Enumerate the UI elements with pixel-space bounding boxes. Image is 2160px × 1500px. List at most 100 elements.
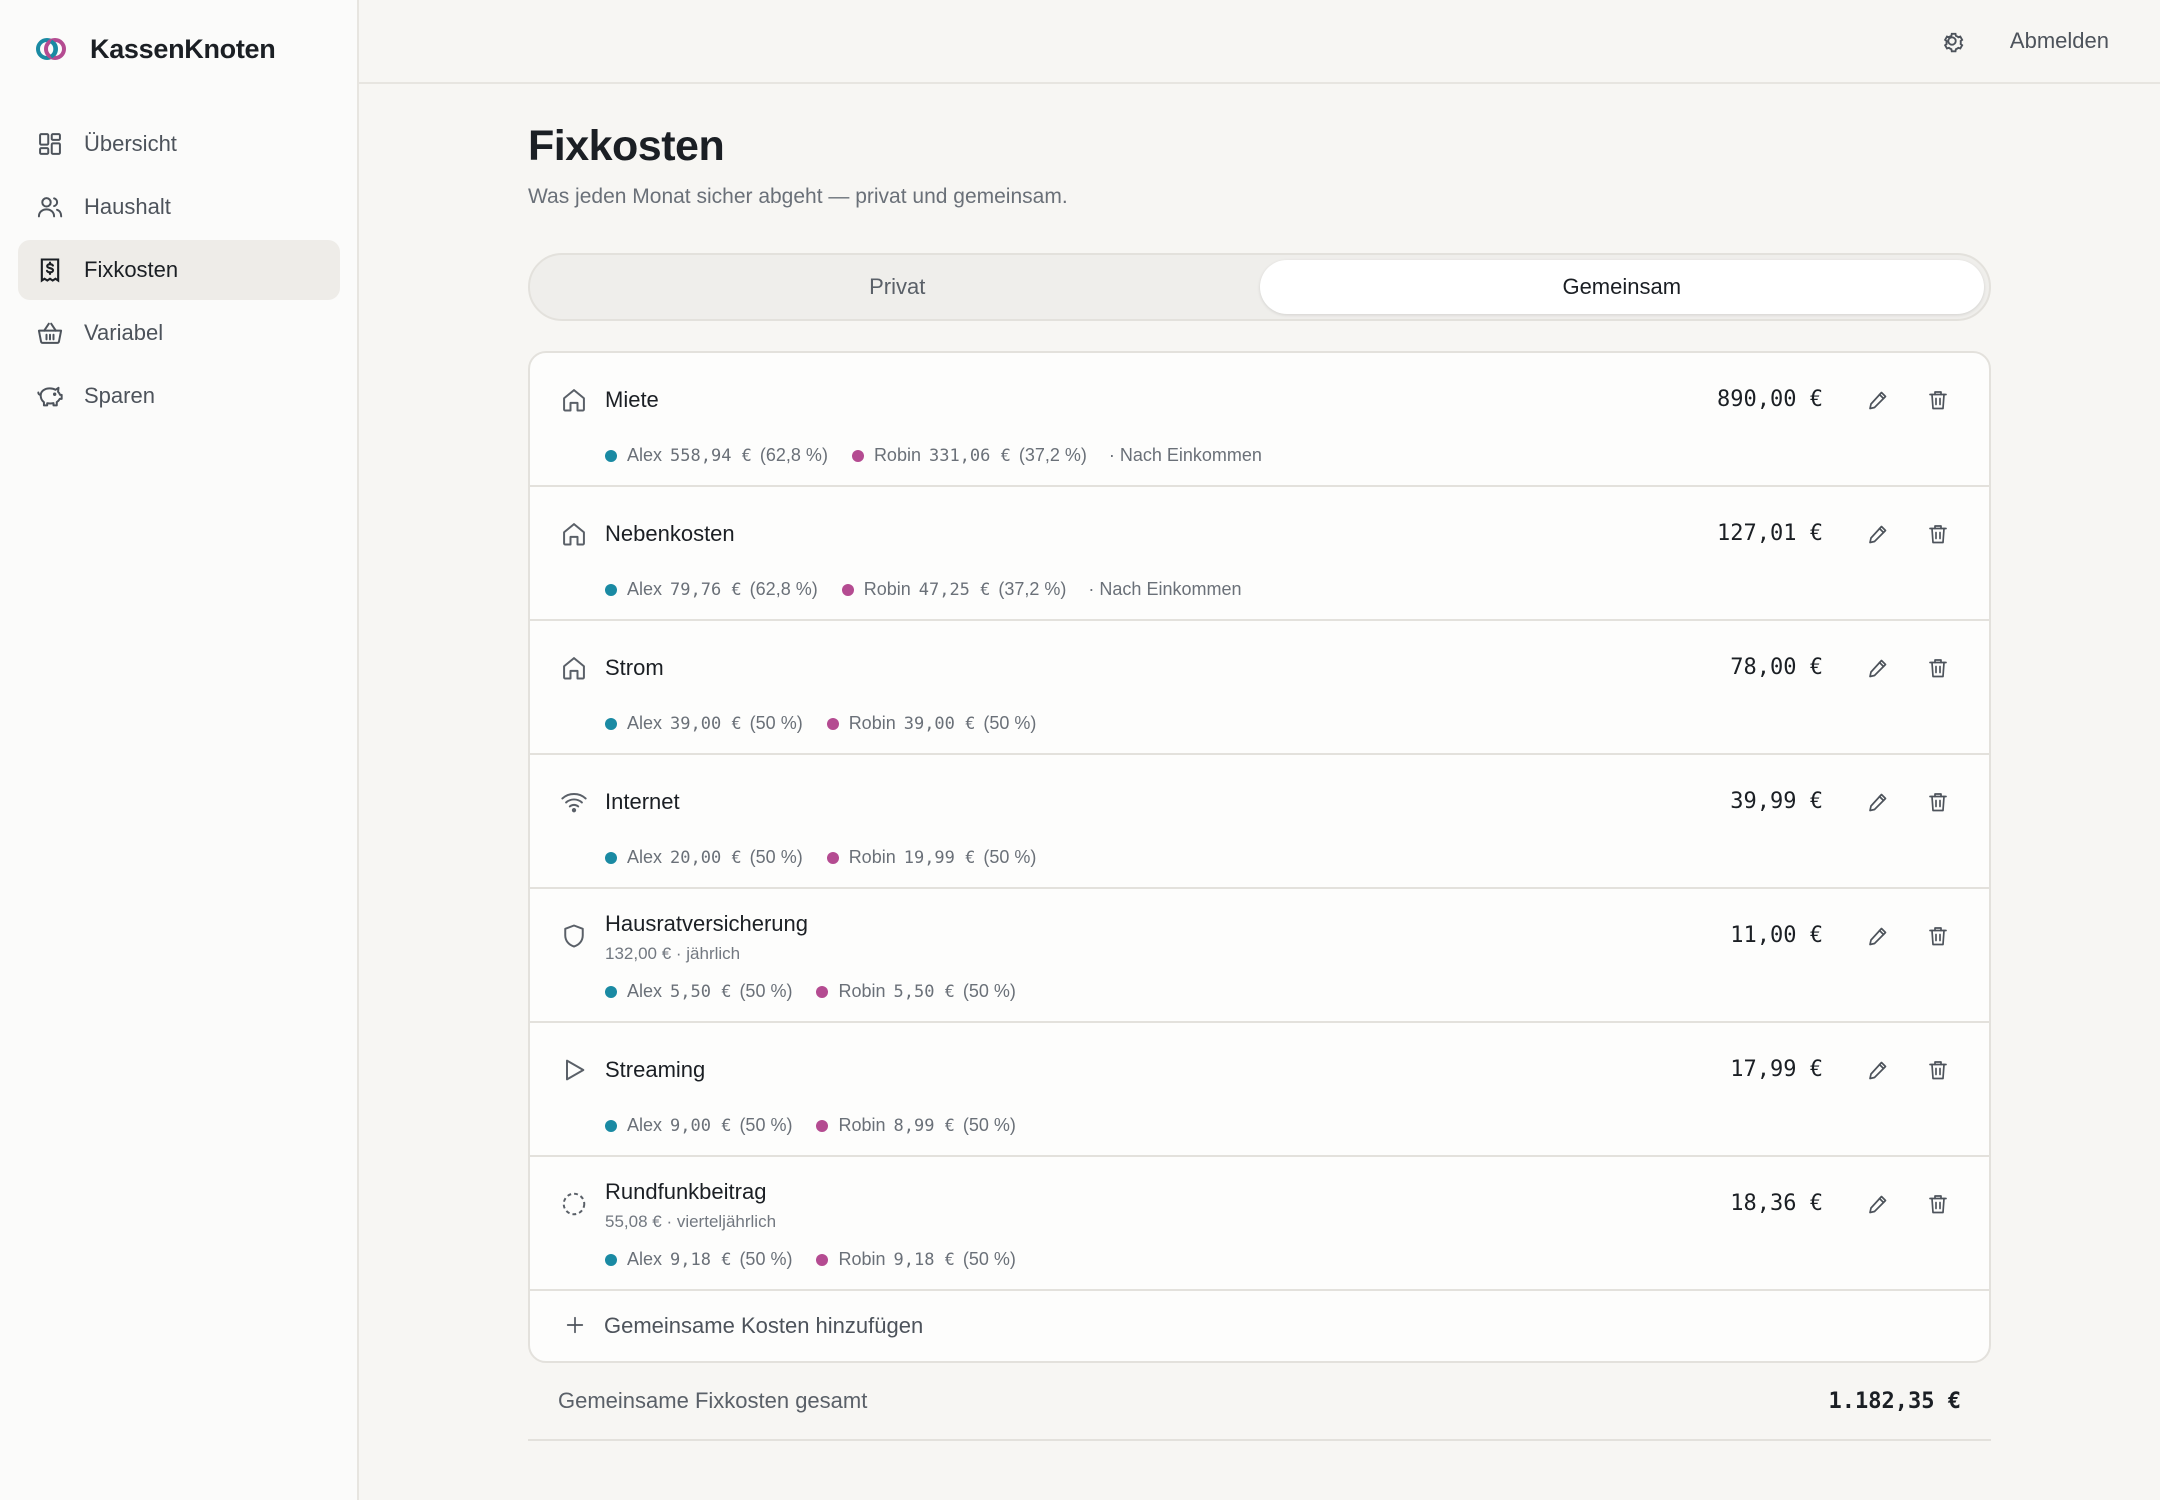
sidebar-item-fixkosten[interactable]: Fixkosten — [18, 240, 340, 300]
delete-button[interactable] — [1923, 519, 1953, 549]
tab-privat[interactable]: Privat — [535, 260, 1260, 314]
row-actions — [1863, 1055, 1953, 1085]
share-percent: (50 %) — [739, 1249, 793, 1269]
share-alex: Alex 20,00 € (50 %) — [605, 847, 803, 868]
delete-button[interactable] — [1923, 1055, 1953, 1085]
share-person: Alex — [627, 1249, 663, 1269]
alex-dot — [605, 1119, 617, 1132]
share-robin: Robin 47,25 € (37,2 %) — [841, 579, 1066, 600]
share-percent: (50 %) — [749, 713, 803, 733]
home-icon — [560, 654, 588, 682]
pencil-icon — [1866, 388, 1890, 412]
cost-amount: 17,99 € — [1730, 1057, 1823, 1082]
cost-name: Strom — [605, 655, 664, 680]
dashed-circle-icon — [560, 1190, 588, 1218]
edit-button[interactable] — [1863, 653, 1893, 683]
trash-icon — [1926, 522, 1950, 546]
share-amount: 9,00 € — [670, 1115, 732, 1136]
settings-button[interactable] — [1937, 26, 1967, 56]
share-person: Robin — [838, 1115, 886, 1135]
total-row: Gemeinsame Fixkosten gesamt 1.182,35 € — [528, 1363, 1991, 1441]
cost-name: Streaming — [605, 1057, 706, 1082]
brand-name: KassenKnoten — [90, 33, 276, 64]
logout-button[interactable]: Abmelden — [2010, 28, 2109, 54]
home-icon — [560, 520, 588, 548]
delete-button[interactable] — [1923, 921, 1953, 951]
share-alex: Alex 39,00 € (50 %) — [605, 713, 803, 734]
sidebar-item-label: Variabel — [84, 320, 164, 345]
robin-dot — [826, 851, 839, 864]
cost-split: Alex 5,50 € (50 %) Robin 5,50 € (50 %) — [605, 981, 1040, 1002]
share-percent: (62,8 %) — [759, 445, 828, 465]
share-alex: Alex 5,50 € (50 %) — [605, 981, 792, 1002]
share-person: Robin — [838, 1249, 886, 1269]
edit-button[interactable] — [1863, 921, 1893, 951]
share-person: Robin — [873, 445, 921, 465]
edit-button[interactable] — [1863, 1055, 1893, 1085]
trash-icon — [1926, 1058, 1950, 1082]
sidebar: KassenKnoten Übersicht Haushalt Fixkosten V… — [0, 0, 359, 1500]
row-actions — [1863, 385, 1953, 415]
cost-name: Rundfunkbeitrag — [605, 1179, 767, 1204]
pencil-icon — [1866, 522, 1890, 546]
edit-button[interactable] — [1863, 385, 1893, 415]
delete-button[interactable] — [1923, 385, 1953, 415]
page-title: Fixkosten — [528, 122, 725, 170]
delete-button[interactable] — [1923, 787, 1953, 817]
users-icon — [36, 193, 64, 221]
delete-button[interactable] — [1923, 653, 1953, 683]
sidebar-nav: Übersicht Haushalt Fixkosten Variabel Sparen — [18, 114, 340, 429]
sidebar-item-bersicht[interactable]: Übersicht — [18, 114, 340, 174]
shared-costs-list: Miete 890,00 € Alex 558,94 € (62,8 %) Robin 33… — [528, 351, 1991, 1363]
share-person: Alex — [627, 445, 663, 465]
share-percent: (50 %) — [739, 981, 793, 1001]
edit-button[interactable] — [1863, 787, 1893, 817]
cost-name: Nebenkosten — [605, 521, 735, 546]
pencil-icon — [1866, 1192, 1890, 1216]
edit-button[interactable] — [1863, 519, 1893, 549]
cost-row: Miete 890,00 € Alex 558,94 € (62,8 %) Robin 33… — [530, 353, 1989, 487]
tab-gemeinsam[interactable]: Gemeinsam — [1259, 260, 1984, 314]
sidebar-item-variabel[interactable]: Variabel — [18, 303, 340, 363]
share-alex: Alex 558,94 € (62,8 %) — [605, 445, 828, 466]
cost-amount: 127,01 € — [1717, 521, 1823, 546]
sidebar-item-label: Übersicht — [84, 131, 177, 156]
trash-icon — [1926, 1192, 1950, 1216]
robin-dot — [816, 1253, 829, 1266]
share-amount: 20,00 € — [670, 847, 742, 868]
sidebar-item-haushalt[interactable]: Haushalt — [18, 177, 340, 237]
alex-dot — [605, 717, 617, 730]
share-amount: 79,76 € — [670, 579, 742, 600]
share-amount: 331,06 € — [928, 445, 1011, 466]
robin-dot — [816, 985, 829, 998]
cost-amount: 78,00 € — [1730, 655, 1823, 680]
share-person: Alex — [627, 981, 663, 1001]
cost-name: Hausratversicherung — [605, 911, 808, 936]
main-area: Abmelden Fixkosten Was jeden Monat siche… — [359, 0, 2160, 1500]
share-robin: Robin 331,06 € (37,2 %) — [851, 445, 1087, 466]
split-method: · Nach Einkommen — [1088, 579, 1242, 599]
cost-split: Alex 20,00 € (50 %) Robin 19,99 € (50 %) — [605, 847, 1060, 868]
trash-icon — [1926, 790, 1950, 814]
grid-icon — [36, 130, 64, 158]
delete-button[interactable] — [1923, 1189, 1953, 1219]
pencil-icon — [1866, 656, 1890, 680]
share-amount: 8,99 € — [893, 1115, 955, 1136]
topbar: Abmelden — [359, 0, 2160, 84]
robin-dot — [841, 583, 854, 596]
edit-button[interactable] — [1863, 1189, 1893, 1219]
brand[interactable]: KassenKnoten — [34, 32, 276, 66]
cost-row: Streaming 17,99 € Alex 9,00 € (50 %) Robin 8,9… — [530, 1023, 1989, 1157]
play-icon — [560, 1056, 588, 1084]
sidebar-item-label: Sparen — [84, 383, 155, 408]
add-shared-cost-button[interactable]: Gemeinsame Kosten hinzufügen — [530, 1291, 1989, 1361]
share-percent: (50 %) — [962, 1249, 1016, 1269]
share-amount: 5,50 € — [893, 981, 955, 1002]
cost-split: Alex 79,76 € (62,8 %) Robin 47,25 € (37,2 %) ·… — [605, 579, 1241, 600]
share-person: Robin — [863, 579, 911, 599]
sidebar-item-sparen[interactable]: Sparen — [18, 366, 340, 426]
share-amount: 5,50 € — [670, 981, 732, 1002]
gear-icon — [1938, 27, 1966, 55]
row-actions — [1863, 787, 1953, 817]
share-amount: 558,94 € — [670, 445, 752, 466]
